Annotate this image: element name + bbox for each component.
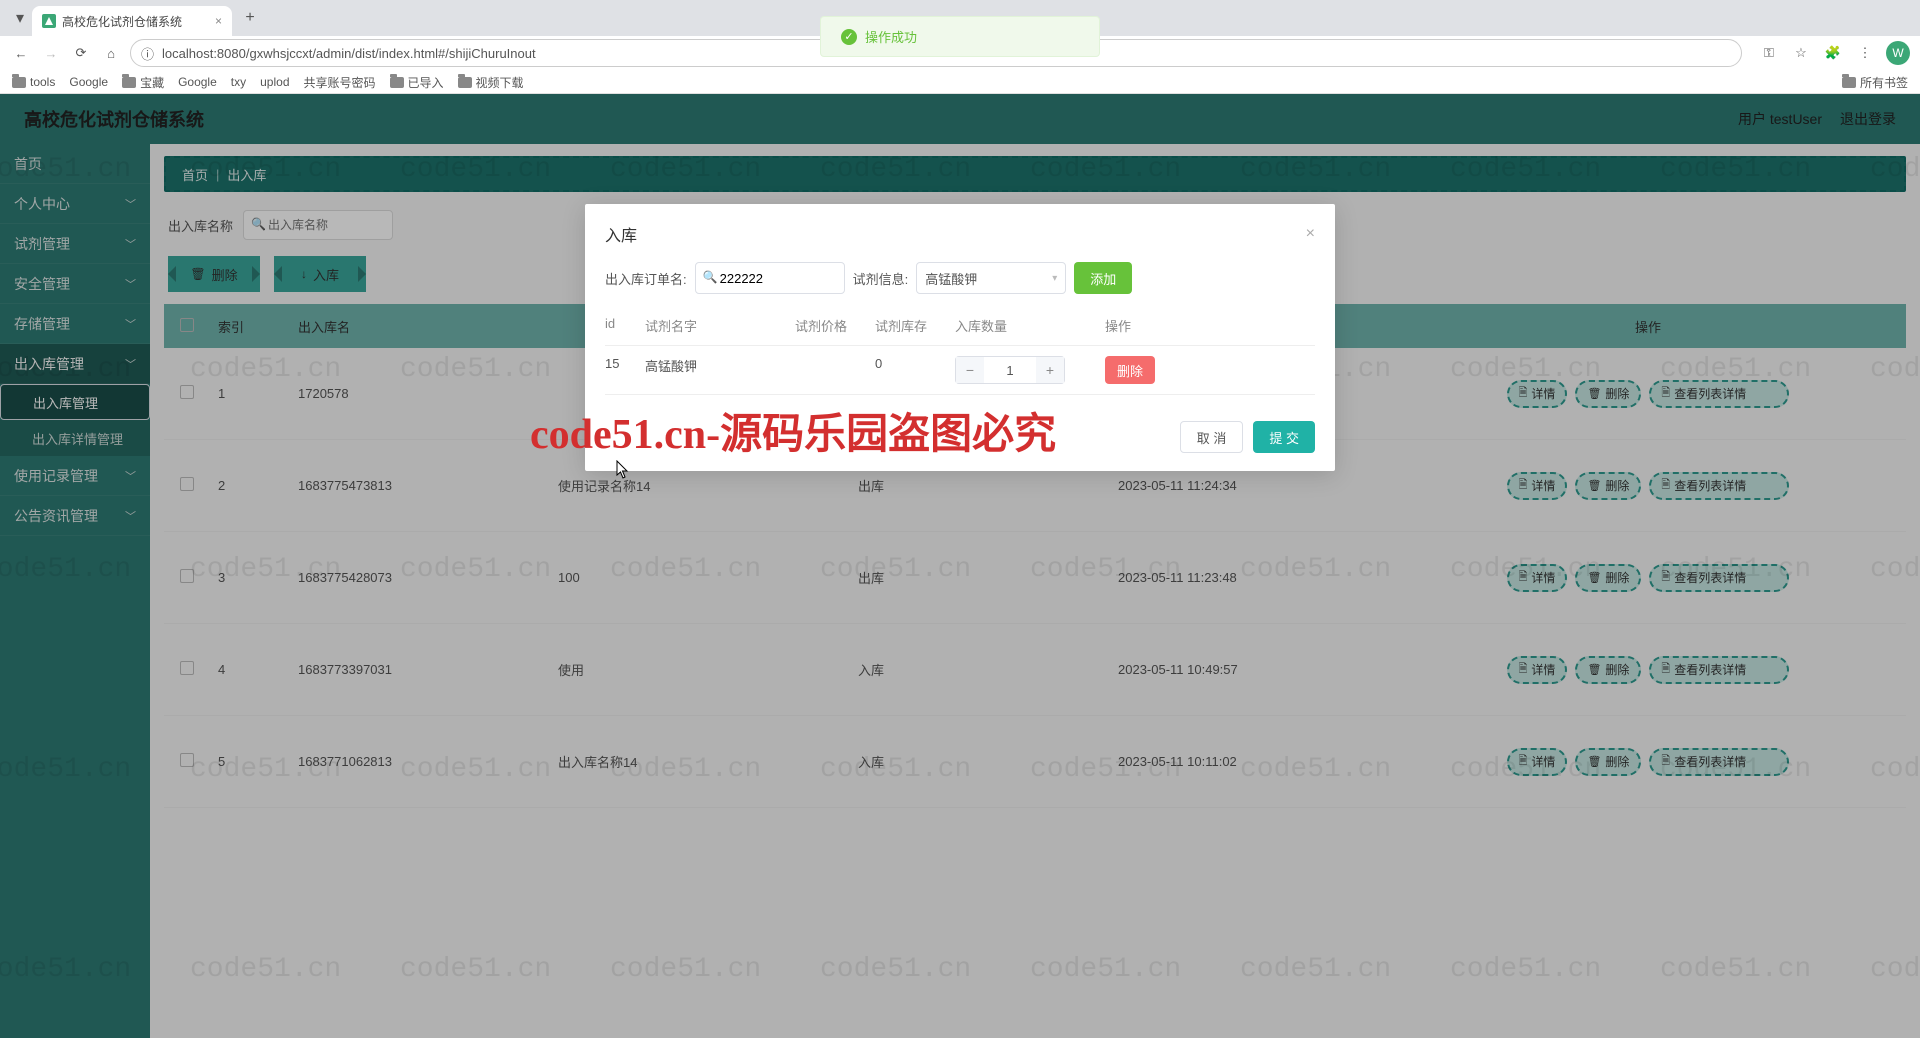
- folder-icon: [458, 77, 472, 88]
- bookmark-item[interactable]: tools: [12, 75, 55, 89]
- bookmark-item[interactable]: 共享账号密码: [304, 74, 376, 91]
- favicon-icon: [42, 14, 56, 28]
- cancel-button[interactable]: 取 消: [1180, 421, 1244, 453]
- site-info-icon[interactable]: ⓘ: [141, 44, 154, 63]
- row-delete-button[interactable]: 删除: [1105, 356, 1155, 384]
- url-text: localhost:8080/gxwhsjccxt/admin/dist/ind…: [162, 46, 536, 61]
- mth-price: 试剂价格: [795, 316, 875, 335]
- stepper-value: 1: [984, 363, 1036, 378]
- back-icon[interactable]: ←: [10, 46, 32, 61]
- bookmark-item[interactable]: txy: [231, 75, 246, 89]
- bookmarks-bar: tools Google 宝藏 Google txy uplod 共享账号密码 …: [0, 70, 1920, 94]
- search-icon: 🔍: [703, 270, 718, 284]
- home-icon[interactable]: ⌂: [100, 46, 122, 61]
- mtd-price: [795, 356, 875, 384]
- all-bookmarks[interactable]: 所有书签: [1842, 74, 1908, 91]
- folder-icon: [12, 77, 26, 88]
- mtd-name: 高锰酸钾: [645, 356, 795, 384]
- browser-tab[interactable]: 高校危化试剂仓储系统 ×: [32, 6, 232, 36]
- key-icon[interactable]: ⚿: [1758, 45, 1780, 61]
- mth-id: id: [605, 316, 645, 335]
- toast-text: 操作成功: [865, 27, 917, 46]
- submit-button[interactable]: 提 交: [1253, 421, 1315, 453]
- bookmark-item[interactable]: Google: [178, 75, 217, 89]
- profile-avatar[interactable]: W: [1886, 41, 1910, 65]
- bookmark-item[interactable]: uplod: [260, 75, 289, 89]
- folder-icon: [1842, 77, 1856, 88]
- add-button[interactable]: 添加: [1074, 262, 1132, 294]
- mtd-stock: 0: [875, 356, 955, 384]
- bookmark-star-icon[interactable]: ☆: [1790, 45, 1812, 61]
- close-tab-icon[interactable]: ×: [215, 14, 222, 28]
- extensions-icon[interactable]: 🧩: [1822, 45, 1844, 61]
- mth-stock: 试剂库存: [875, 316, 955, 335]
- stepper-minus[interactable]: −: [956, 357, 984, 383]
- quantity-stepper[interactable]: − 1 +: [955, 356, 1065, 384]
- modal-close-icon[interactable]: ×: [1306, 225, 1315, 243]
- menu-icon[interactable]: ⋮: [1854, 45, 1876, 61]
- bookmark-item[interactable]: 宝藏: [122, 74, 164, 91]
- modal-table-row: 15 高锰酸钾 0 − 1 + 删除: [605, 346, 1315, 395]
- tab-title: 高校危化试剂仓储系统: [62, 13, 182, 30]
- mth-name: 试剂名字: [645, 316, 795, 335]
- folder-icon: [390, 77, 404, 88]
- stepper-plus[interactable]: +: [1036, 357, 1064, 383]
- anti-theft-watermark: code51.cn-源码乐园盗图必究: [530, 400, 1056, 461]
- bookmark-item[interactable]: 视频下载: [458, 74, 524, 91]
- mtd-id: 15: [605, 356, 645, 384]
- folder-icon: [122, 77, 136, 88]
- modal-title: 入库: [605, 222, 637, 246]
- reload-icon[interactable]: ⟳: [70, 45, 92, 61]
- modal-table: id 试剂名字 试剂价格 试剂库存 入库数量 操作 15 高锰酸钾 0 − 1 …: [605, 306, 1315, 395]
- toast-success: ✓ 操作成功: [820, 16, 1100, 57]
- bookmark-item[interactable]: Google: [69, 75, 108, 89]
- reagent-select[interactable]: 高锰酸钾▾: [916, 262, 1066, 294]
- check-icon: ✓: [841, 29, 857, 45]
- chevron-down-icon: ▾: [1052, 273, 1057, 284]
- mth-qty: 入库数量: [955, 316, 1105, 335]
- reagent-label: 试剂信息:: [853, 269, 909, 288]
- modal-header: 入库 ×: [585, 204, 1335, 254]
- tabs-dropdown[interactable]: ▾: [8, 8, 32, 28]
- new-tab-button[interactable]: +: [236, 9, 264, 27]
- bookmark-item[interactable]: 已导入: [390, 74, 444, 91]
- mth-op: 操作: [1105, 316, 1205, 335]
- forward-icon[interactable]: →: [40, 46, 62, 61]
- order-label: 出入库订单名:: [605, 269, 687, 288]
- modal-form-row: 出入库订单名: 🔍 试剂信息: 高锰酸钾▾ 添加: [605, 262, 1315, 294]
